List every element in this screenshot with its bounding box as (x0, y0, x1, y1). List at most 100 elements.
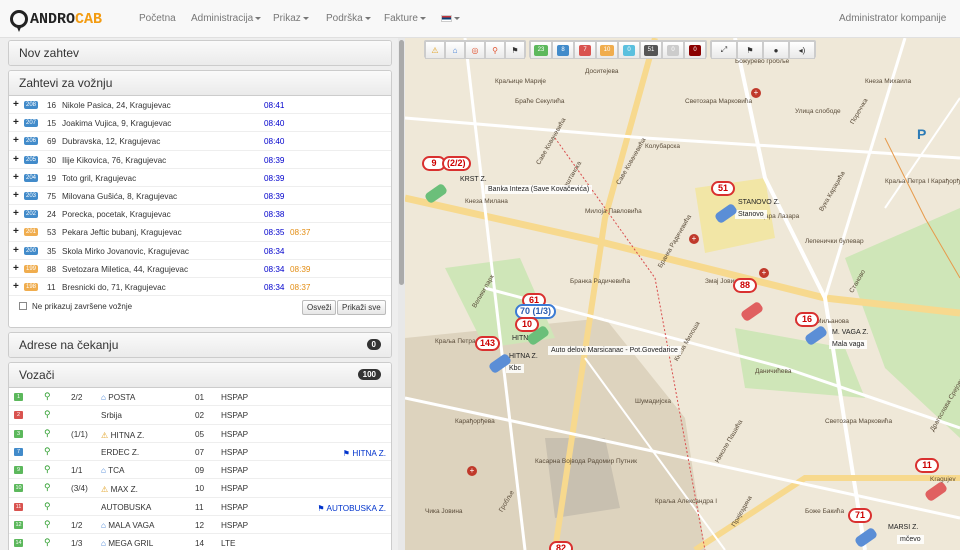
driver-row[interactable]: 12 ⚲ 1/2 ⌂ MALA VAGA 12 HSPAP (9, 516, 391, 535)
map-driver-marker[interactable]: 82 (549, 541, 573, 550)
status-count-button[interactable]: 0 (684, 41, 706, 59)
status-count-button[interactable]: 0 (662, 41, 684, 59)
target-icon[interactable]: ◎ (465, 41, 485, 59)
sound-icon[interactable]: ◂) (789, 41, 815, 59)
status-count-button[interactable]: 8 (552, 41, 574, 59)
hide-finished-checkbox[interactable] (19, 302, 27, 311)
map-place-label[interactable]: HITNA Z. (506, 352, 541, 361)
plus-icon[interactable]: + (13, 281, 19, 292)
nav-user[interactable]: Administrator kompanije (839, 13, 946, 24)
map-place-label[interactable]: M. VAGA Z. (829, 328, 871, 337)
location-pin-icon[interactable]: ⚲ (44, 446, 51, 457)
plus-icon[interactable]: + (13, 135, 19, 146)
map-place-label[interactable]: Banka Inteza (Save Kovačevića) (485, 185, 593, 194)
driver-row[interactable]: 2 ⚲ Srbija 02 HSPAP (9, 406, 391, 425)
location-pin-icon[interactable]: ⚲ (44, 482, 51, 493)
location-pin-icon[interactable]: ⚲ (44, 464, 51, 475)
driver-destination[interactable]: ⚑ HITNA Z. (343, 448, 386, 458)
status-count-button[interactable]: 0 (618, 41, 640, 59)
plus-icon[interactable]: + (13, 99, 19, 110)
map-driver-marker[interactable]: 71 (848, 508, 872, 523)
plus-icon[interactable]: + (13, 226, 19, 237)
map-driver-marker[interactable]: 16 (795, 312, 819, 327)
left-scrollbar[interactable] (398, 38, 405, 550)
request-row[interactable]: +200 35 Skola Mirko Jovanovic, Kragujevac 0… (9, 242, 391, 260)
map-place-label[interactable]: Mala vaga (829, 340, 868, 349)
location-pin-icon[interactable]: ⚲ (44, 537, 51, 548)
location-pin-icon[interactable]: ⚲ (44, 501, 51, 512)
drivers-header[interactable]: Vozači 100 (9, 363, 391, 388)
driver-destination[interactable]: ⚑ AUTOBUSKA Z. (317, 503, 386, 513)
scrollbar-thumb[interactable] (399, 40, 404, 285)
nav-view[interactable]: Prikaz (273, 13, 309, 24)
map-place-label[interactable]: Kbc (506, 364, 525, 373)
refresh-button[interactable]: Osveži (302, 300, 337, 316)
plus-icon[interactable]: + (13, 117, 19, 128)
map-place-label[interactable]: STANOVO Z. (735, 198, 783, 207)
nav-language[interactable] (441, 13, 460, 24)
map-driver-marker[interactable]: 51 (711, 181, 735, 196)
new-request-title[interactable]: Nov zahtev (9, 41, 391, 65)
new-request-panel[interactable]: Nov zahtev (8, 40, 392, 66)
request-row[interactable]: +199 88 Svetozara Miletica, 44, Kragujevac… (9, 260, 391, 278)
request-row[interactable]: +201 53 Pekara Jeftic bubanj, Kragujevac 08… (9, 223, 391, 242)
map-place-label[interactable]: mčevo (897, 535, 924, 544)
driver-row[interactable]: 9 ⚲ 1/1 ⌂ TCA 09 HSPAP (9, 461, 391, 480)
map-place-label[interactable]: MARSI Z. (885, 523, 921, 532)
request-row[interactable]: +208 16 Nikole Pasica, 24, Kragujevac 08:41 (9, 96, 391, 115)
nav-invoices[interactable]: Fakture (384, 13, 426, 24)
map-place-label[interactable]: KRST Z. (457, 175, 490, 184)
location-pin-icon[interactable]: ⚲ (44, 409, 51, 420)
plus-icon[interactable]: + (13, 154, 19, 165)
nav-administration[interactable]: Administracija (191, 13, 262, 24)
status-count-button[interactable]: 23 (530, 41, 552, 59)
request-row[interactable]: +203 75 Milovana Gušića, 8, Kragujevac 08:3… (9, 187, 391, 206)
plus-icon[interactable]: + (13, 263, 19, 274)
pin-icon[interactable]: ⚲ (485, 41, 505, 59)
parking-icon: P (917, 126, 927, 142)
location-pin-icon[interactable]: ⚲ (44, 428, 51, 439)
request-row[interactable]: +207 15 Joakima Vujica, 9, Kragujevac 08:40 (9, 114, 391, 133)
map-driver-marker[interactable]: (2/2) (442, 156, 471, 171)
pending-panel[interactable]: Adrese na čekanju 0 (8, 332, 392, 358)
request-row[interactable]: +198 11 Bresnicki do, 71, Kragujevac 08:34 0… (9, 278, 391, 297)
map-driver-marker[interactable]: 143 (475, 336, 501, 351)
plus-icon[interactable]: + (13, 190, 19, 201)
plus-icon[interactable]: + (13, 172, 19, 183)
request-row[interactable]: +205 30 Ilije Kikovica, 76, Kragujevac 08:3… (9, 151, 391, 169)
status-count-button[interactable]: 10 (596, 41, 618, 59)
alert-icon[interactable]: ● (763, 41, 789, 59)
driver-row[interactable]: 7 ⚲ ERDEC Z. 07 HSPAP ⚑ HITNA Z. (9, 443, 391, 462)
map-place-label[interactable]: Stanovo (735, 210, 767, 219)
map-place-label[interactable]: Auto delovi Marsicanac - Pot.Govedarice (548, 346, 681, 355)
finish-flag-icon[interactable]: ⚑ (505, 41, 525, 59)
location-pin-icon[interactable]: ⚲ (44, 519, 51, 530)
request-row[interactable]: +206 69 Dubravska, 12, Kragujevac 08:40 (9, 132, 391, 151)
map-driver-marker[interactable]: 88 (733, 278, 757, 293)
requests-title[interactable]: Zahtevi za vožnju (9, 71, 391, 96)
driver-row[interactable]: 10 ⚲ (3/4) ⚠ MAX Z. 10 HSPAP (9, 479, 391, 498)
flag-icon[interactable]: ⚑ (737, 41, 763, 59)
home-icon[interactable]: ⌂ (445, 41, 465, 59)
request-row[interactable]: +204 19 Toto gril, Kragujevac 08:39 (9, 169, 391, 187)
status-count-button[interactable]: 51 (640, 41, 662, 59)
request-row[interactable]: +202 24 Porecka, pocetak, Kragujevac 08:38 (9, 205, 391, 224)
show-all-button[interactable]: Prikaži sve (337, 300, 386, 316)
nav-home[interactable]: Početna (139, 13, 176, 24)
map-view[interactable]: Браће Секулића Саве Ковачевића Колубарска С… (405, 38, 960, 550)
brand-logo[interactable]: ANDRO CAB (10, 9, 102, 32)
plus-icon[interactable]: + (13, 245, 19, 256)
driver-row[interactable]: 14 ⚲ 1/3 ⌂ MEGA GRIL 14 LTE (9, 534, 391, 550)
nav-support[interactable]: Podrška (326, 13, 371, 24)
driver-row[interactable]: 1 ⚲ 2/2 ⌂ POSTA 01 HSPAP (9, 388, 391, 407)
location-pin-icon[interactable]: ⚲ (44, 391, 51, 402)
status-count-button[interactable]: 7 (574, 41, 596, 59)
driver-row[interactable]: 11 ⚲ AUTOBUSKA 11 HSPAP ⚑ AUTOBUSKA Z. (9, 498, 391, 517)
plus-icon[interactable]: + (13, 208, 19, 219)
pending-header[interactable]: Adrese na čekanju 0 (9, 333, 391, 357)
fullscreen-icon[interactable]: ⤢ (711, 41, 737, 59)
warning-icon[interactable]: ⚠ (425, 41, 445, 59)
driver-row[interactable]: 3 ⚲ (1/1) ⚠ HITNA Z. 05 HSPAP (9, 425, 391, 443)
request-count: 11 (47, 282, 56, 292)
map-driver-marker[interactable]: 11 (915, 458, 939, 473)
